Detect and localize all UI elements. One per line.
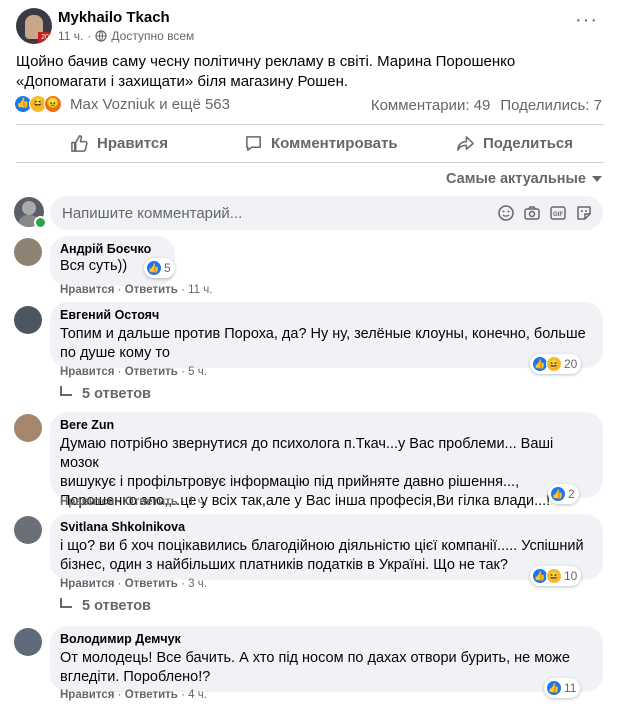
comment-like-button[interactable]: Нравится [60, 578, 114, 590]
comment-actions: Нравится · Ответить · 11 ч. [60, 284, 213, 296]
comment-text: вгледіти. Поробленo!? [60, 669, 211, 685]
share-button-label: Поделиться [483, 135, 574, 152]
comment-button[interactable]: Комментировать [244, 134, 398, 153]
comment-reactions[interactable]: 👍 11 [544, 678, 581, 698]
comment-like-button[interactable]: Нравится [60, 496, 114, 508]
comment-reply-button[interactable]: Ответить [125, 496, 178, 508]
comment-like-button[interactable]: Нравится [60, 366, 114, 378]
camera-icon[interactable] [523, 204, 541, 222]
emoji-icon[interactable] [497, 204, 515, 222]
comment-avatar[interactable] [14, 306, 42, 334]
comment-reaction-count: 2 [568, 487, 575, 501]
post-audience: Доступно всем [111, 29, 195, 43]
reply-arrow-icon [60, 386, 72, 396]
reactions-summary[interactable]: 👍 😆 😠 Max Vozniuk и ещё 563 [14, 95, 230, 113]
comment-like-button[interactable]: Нравится [60, 284, 114, 296]
comment-author[interactable]: Bere Zun [60, 418, 593, 432]
reply-arrow-icon [60, 598, 72, 608]
comment-avatar[interactable] [14, 628, 42, 656]
sort-label: Самые актуальные [446, 171, 586, 187]
shares-count[interactable]: Поделились: 7 [500, 97, 602, 114]
view-replies-button[interactable]: 5 ответов [60, 598, 151, 614]
caret-down-icon [592, 176, 602, 182]
comment-reaction-count: 10 [564, 569, 578, 583]
replies-label: 5 ответов [82, 386, 151, 402]
comment-actions: Нравится · Ответить · 3 ч. [60, 578, 207, 590]
comment-avatar[interactable] [14, 516, 42, 544]
comment-reactions[interactable]: 👍 2 [548, 484, 579, 504]
comment-actions: Нравится · Ответить · 1 ч. [60, 496, 207, 508]
comment-reaction-count: 5 [164, 261, 171, 275]
haha-reaction-icon: 😆 [546, 356, 562, 372]
comment-reply-button[interactable]: Ответить [125, 366, 178, 378]
share-button[interactable]: Поделиться [456, 134, 573, 153]
more-options-icon[interactable]: ··· [575, 10, 601, 32]
comment-time[interactable]: 5 ч. [188, 366, 207, 378]
like-reaction-icon: 👍 [546, 680, 562, 696]
globe-icon [95, 30, 107, 42]
comment-reaction-count: 11 [564, 681, 577, 695]
comment-text: Топим и дальше против Пороха, да? Ну ну,… [60, 326, 586, 342]
comment-icon [246, 136, 261, 151]
comment-input[interactable]: Напишите комментарий... GIF [50, 196, 603, 230]
comment-author[interactable]: Svitlana Shkolnikova [60, 520, 593, 534]
comment-reactions[interactable]: 👍 5 [144, 258, 175, 278]
comment-text: Думаю потрібно звернутися до психолога п… [60, 436, 554, 471]
reactions-text[interactable]: Max Vozniuk и ещё 563 [70, 96, 230, 113]
like-reaction-icon: 👍 [146, 260, 162, 276]
comment-text: вишукує і профільтровує інформацію під п… [60, 474, 520, 490]
post-time[interactable]: 11 ч. [58, 29, 83, 43]
author-avatar[interactable]: 20 [16, 8, 52, 44]
comment-bubble: Svitlana Shkolnikova і що? ви б хоч поці… [50, 514, 603, 580]
like-reaction-icon: 👍 [550, 486, 566, 502]
comment-author[interactable]: Евгений Остояч [60, 308, 593, 322]
comment-actions: Нравится · Ответить · 4 ч. [60, 689, 207, 701]
comment-author[interactable]: Андрій Боєчко [60, 242, 165, 256]
comment-text: бізнес, один з найбільших платників пода… [60, 557, 508, 573]
divider-top [16, 124, 604, 125]
comment-actions: Нравится · Ответить · 5 ч. [60, 366, 207, 378]
replies-label: 5 ответов [82, 598, 151, 614]
svg-text:GIF: GIF [553, 212, 563, 218]
comment-avatar[interactable] [14, 238, 42, 266]
angry-reaction-icon: 😠 [44, 95, 62, 113]
comment-avatar[interactable] [14, 414, 42, 442]
comment-input-placeholder: Напишите комментарий... [62, 204, 243, 222]
thumbs-up-icon [71, 135, 88, 152]
comment-text: по душе кому то [60, 345, 170, 361]
gif-icon[interactable]: GIF [549, 204, 567, 222]
comment-reactions[interactable]: 👍 😆 20 [530, 354, 582, 374]
haha-reaction-icon: 😆 [546, 568, 562, 584]
comment-reactions[interactable]: 👍 😆 10 [530, 566, 582, 586]
comment-reply-button[interactable]: Ответить [125, 284, 178, 296]
comment-reply-button[interactable]: Ответить [125, 689, 178, 701]
comment-reply-button[interactable]: Ответить [125, 578, 178, 590]
share-icon [457, 136, 474, 151]
comment-author[interactable]: Володимир Демчук [60, 632, 593, 646]
post-meta: 11 ч. · Доступно всем [58, 29, 195, 43]
comment-time[interactable]: 3 ч. [188, 578, 207, 590]
comments-count[interactable]: Комментарии: 49 [371, 97, 491, 114]
comment-bubble: Bere Zun Думаю потрібно звернутися до пс… [50, 412, 603, 509]
post-stats: Комментарии: 49 Поделились: 7 [371, 97, 602, 114]
online-status-dot [34, 216, 47, 229]
comment-like-button[interactable]: Нравится [60, 689, 114, 701]
comment-time[interactable]: 4 ч. [188, 689, 207, 701]
like-button-label: Нравится [97, 135, 169, 152]
comment-text: От молодець! Все бачить. А хто під носом… [60, 650, 570, 666]
post-text: Щойно бачив саму чесну політичну рекламу… [16, 53, 516, 90]
like-button[interactable]: Нравится [70, 134, 168, 153]
comment-text: і що? ви б хоч поцікавились благодійною … [60, 538, 584, 554]
comment-bubble: Володимир Демчук От молодець! Все бачить… [50, 626, 603, 692]
comment-button-label: Комментировать [271, 135, 398, 152]
comment-bubble: Евгений Остояч Топим и дальше против Пор… [50, 302, 603, 368]
sticker-icon[interactable] [575, 204, 593, 222]
author-name[interactable]: Mykhailo Tkach [58, 9, 170, 26]
view-replies-button[interactable]: 5 ответов [60, 386, 151, 402]
comment-time[interactable]: 11 ч. [188, 284, 212, 296]
divider-bottom [16, 162, 604, 163]
comment-time[interactable]: 1 ч. [188, 496, 207, 508]
sort-dropdown[interactable]: Самые актуальные [446, 171, 602, 187]
comment-reaction-count: 20 [564, 357, 578, 371]
